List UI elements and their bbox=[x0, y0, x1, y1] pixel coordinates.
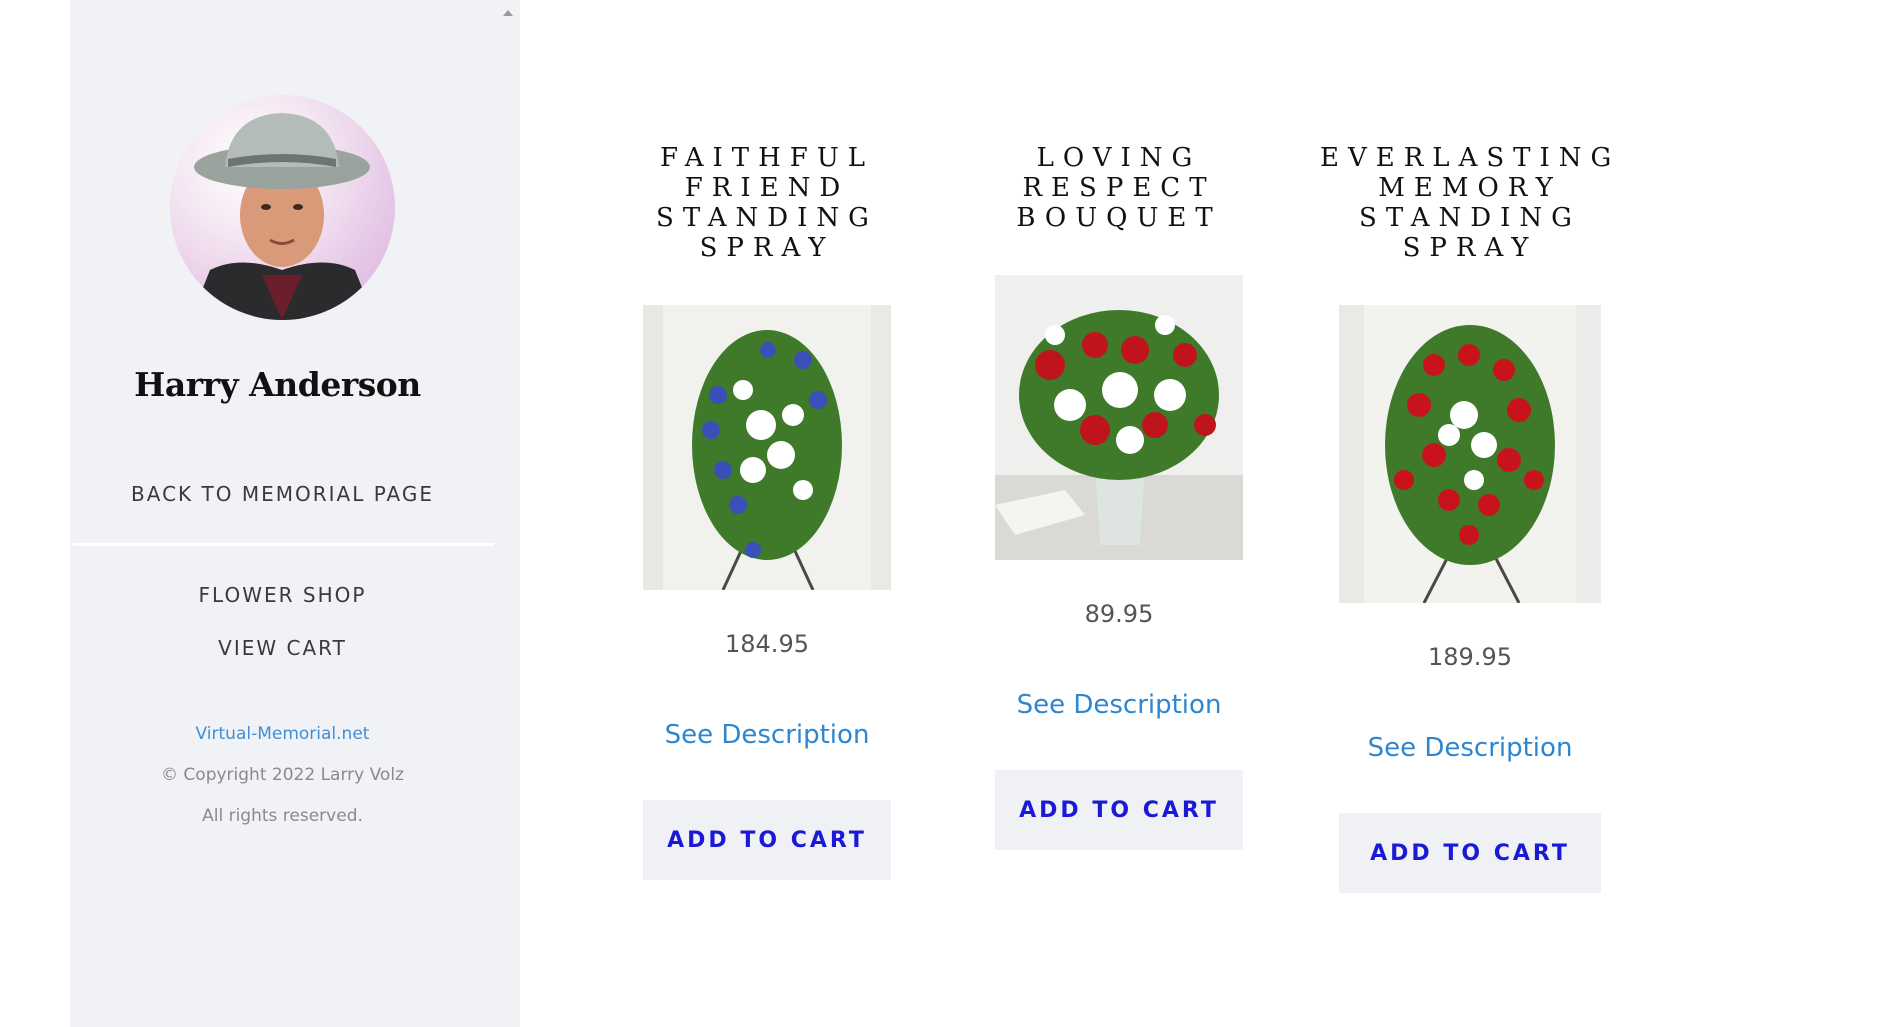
product-title: EVERLASTING MEMORY STANDING SPRAY bbox=[1320, 143, 1621, 263]
product-image[interactable] bbox=[643, 305, 891, 590]
product-price: 189.95 bbox=[1428, 643, 1512, 671]
product-title: LOVING RESPECT BOUQUET bbox=[1016, 143, 1222, 233]
see-description-link[interactable]: See Description bbox=[1335, 733, 1605, 763]
scroll-up-icon[interactable] bbox=[503, 10, 513, 16]
product-card: EVERLASTING MEMORY STANDING SPRAY 189.95… bbox=[1320, 143, 1611, 893]
product-image[interactable] bbox=[1339, 305, 1601, 603]
product-price: 89.95 bbox=[1084, 600, 1154, 628]
product-title: FAITHFUL FRIEND STANDING SPRAY bbox=[656, 143, 878, 263]
product-card: FAITHFUL FRIEND STANDING SPRAY 184.95 Se… bbox=[632, 143, 902, 880]
view-cart-link[interactable]: VIEW CART bbox=[70, 636, 495, 660]
rights-text: All rights reserved. bbox=[202, 806, 363, 826]
flower-shop-link[interactable]: FLOWER SHOP bbox=[70, 583, 495, 607]
see-description-link[interactable]: See Description bbox=[632, 720, 902, 750]
add-to-cart-button[interactable]: ADD TO CART bbox=[995, 770, 1243, 850]
avatar bbox=[170, 95, 395, 320]
add-to-cart-button[interactable]: ADD TO CART bbox=[1339, 813, 1601, 893]
see-description-link[interactable]: See Description bbox=[984, 690, 1254, 720]
sidebar-divider bbox=[73, 543, 494, 546]
add-to-cart-button[interactable]: ADD TO CART bbox=[643, 800, 891, 880]
product-image[interactable] bbox=[995, 275, 1243, 560]
product-price: 184.95 bbox=[725, 630, 809, 658]
virtual-memorial-link[interactable]: Virtual-Memorial.net bbox=[70, 724, 495, 744]
person-name: Harry Anderson bbox=[134, 365, 421, 404]
back-to-memorial-link[interactable]: BACK TO MEMORIAL PAGE bbox=[70, 482, 495, 506]
product-card: LOVING RESPECT BOUQUET 89.95 See Descrip… bbox=[984, 143, 1254, 850]
copyright-text: © Copyright 2022 Larry Volz bbox=[161, 765, 404, 785]
